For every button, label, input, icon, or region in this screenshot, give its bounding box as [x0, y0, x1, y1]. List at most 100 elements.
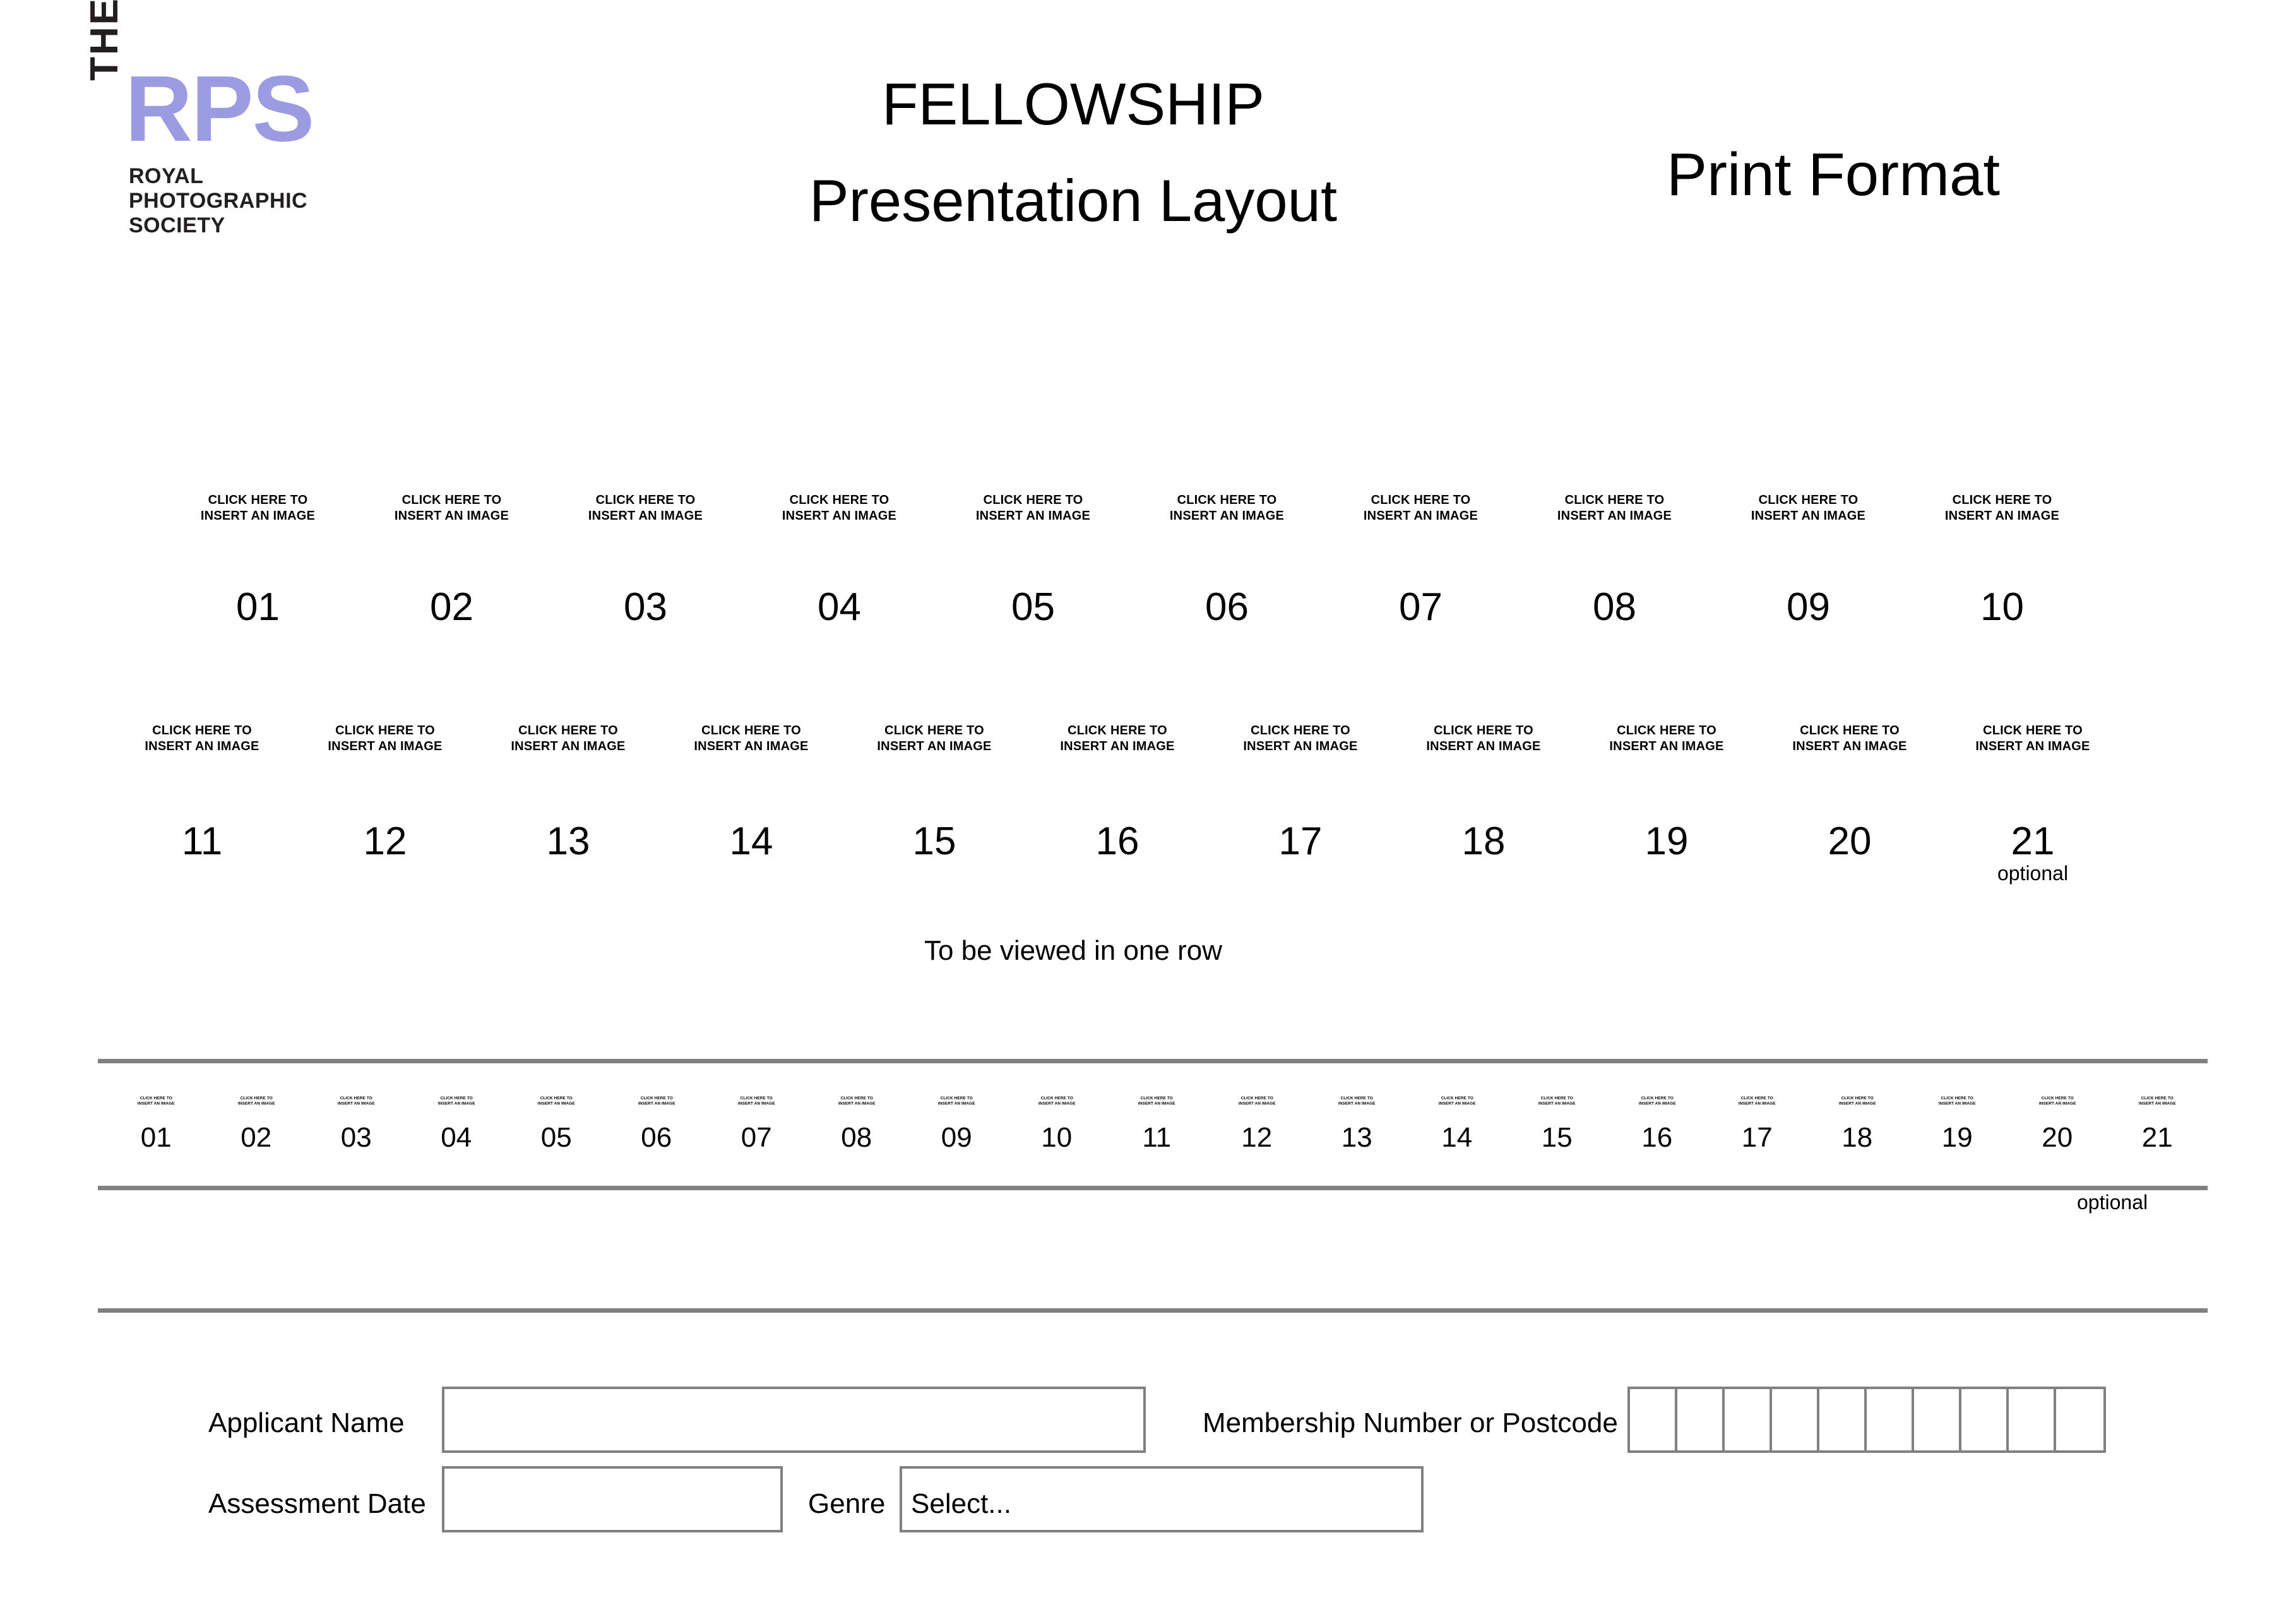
- format-label: Print Format: [1667, 141, 2001, 208]
- placeholder-number: 06: [1205, 585, 1249, 629]
- image-placeholder[interactable]: CLICK HERE TO INSERT AN IMAGE 16: [1026, 723, 1209, 885]
- placeholder-hint-line-1: CLICK HERE TO: [1177, 493, 1277, 507]
- placeholder-hint: CLICK HERE TO INSERT AN IMAGE: [742, 493, 936, 524]
- assessment-date-input[interactable]: [442, 1466, 783, 1532]
- membership-character-cell[interactable]: [1961, 1389, 2009, 1450]
- membership-character-cell[interactable]: [1630, 1389, 1677, 1450]
- image-placeholder[interactable]: CLICK HERE TO INSERT AN IMAGE 19: [1575, 723, 1758, 885]
- image-placeholder[interactable]: CLICK HERE TO INSERT AN IMAGE 12: [294, 723, 477, 885]
- strip-image-placeholder[interactable]: CLICK HERE TO INSERT AN IMAGE 10: [1007, 1096, 1107, 1152]
- image-placeholder[interactable]: CLICK HERE TO INSERT AN IMAGE 01: [161, 493, 355, 627]
- image-placeholder[interactable]: CLICK HERE TO INSERT AN IMAGE 13: [477, 723, 660, 885]
- strip-image-placeholder[interactable]: CLICK HERE TO INSERT AN IMAGE 11: [1107, 1096, 1207, 1152]
- membership-label: Membership Number or Postcode: [1203, 1407, 1618, 1438]
- strip-image-placeholder[interactable]: CLICK HERE TO INSERT AN IMAGE 09: [907, 1096, 1007, 1152]
- strip-image-placeholder[interactable]: CLICK HERE TO INSERT AN IMAGE 15: [1507, 1096, 1607, 1152]
- image-placeholder[interactable]: CLICK HERE TO INSERT AN IMAGE 10: [1905, 493, 2099, 627]
- strip-placeholder-hint: CLICK HERE TO INSERT AN IMAGE: [1110, 1096, 1203, 1107]
- placeholder-hint-line-1: CLICK HERE TO: [1758, 493, 1859, 507]
- strip-image-placeholder[interactable]: CLICK HERE TO INSERT AN IMAGE 04: [407, 1096, 507, 1152]
- placeholder-number: 15: [912, 820, 956, 863]
- strip-placeholder-hint-line-1: CLICK HERE TO: [1040, 1096, 1073, 1101]
- image-placeholder[interactable]: CLICK HERE TO INSERT AN IMAGE 05: [936, 493, 1130, 627]
- strip-image-placeholder[interactable]: CLICK HERE TO INSERT AN IMAGE 01: [106, 1096, 206, 1152]
- strip-image-placeholder[interactable]: CLICK HERE TO INSERT AN IMAGE 18: [1807, 1096, 1908, 1152]
- placeholder-hint: CLICK HERE TO INSERT AN IMAGE: [936, 493, 1130, 524]
- strip-placeholder-hint-line-1: CLICK HERE TO: [1140, 1096, 1173, 1101]
- strip-image-placeholder[interactable]: CLICK HERE TO INSERT AN IMAGE 07: [706, 1096, 807, 1152]
- image-placeholder[interactable]: CLICK HERE TO INSERT AN IMAGE 03: [549, 493, 742, 627]
- image-placeholder[interactable]: CLICK HERE TO INSERT AN IMAGE 18: [1392, 723, 1575, 885]
- applicant-name-input[interactable]: [442, 1387, 1146, 1453]
- image-placeholder[interactable]: CLICK HERE TO INSERT AN IMAGE 17: [1209, 723, 1392, 885]
- strip-placeholder-hint-line-1: CLICK HERE TO: [1240, 1096, 1273, 1101]
- placeholder-number: 21: [2011, 820, 2055, 863]
- placeholder-number: 10: [1980, 585, 2024, 629]
- placeholder-number: 16: [1095, 820, 1139, 863]
- strip-image-placeholder[interactable]: CLICK HERE TO INSERT AN IMAGE 08: [807, 1096, 907, 1152]
- image-placeholder[interactable]: CLICK HERE TO INSERT AN IMAGE 21 optional: [1941, 723, 2124, 885]
- genre-select-value: Select...: [911, 1488, 1011, 1519]
- genre-label: Genre: [808, 1488, 886, 1519]
- strip-placeholder-hint-line-2: INSERT AN IMAGE: [537, 1101, 575, 1106]
- image-placeholder[interactable]: CLICK HERE TO INSERT AN IMAGE 14: [660, 723, 843, 885]
- strip-image-placeholder[interactable]: CLICK HERE TO INSERT AN IMAGE 13: [1307, 1096, 1407, 1152]
- image-placeholder[interactable]: CLICK HERE TO INSERT AN IMAGE 02: [355, 493, 549, 627]
- strip-placeholder-hint-line-1: CLICK HERE TO: [740, 1096, 773, 1101]
- membership-character-cell[interactable]: [1725, 1389, 1772, 1450]
- placeholder-hint: CLICK HERE TO INSERT AN IMAGE: [1941, 723, 2124, 755]
- strip-image-placeholder[interactable]: CLICK HERE TO INSERT AN IMAGE 17: [1707, 1096, 1807, 1152]
- membership-number-input[interactable]: [1627, 1387, 2106, 1453]
- image-placeholder[interactable]: CLICK HERE TO INSERT AN IMAGE 20: [1758, 723, 1941, 885]
- strip-placeholder-hint-line-1: CLICK HERE TO: [440, 1096, 473, 1101]
- strip-image-placeholder[interactable]: CLICK HERE TO INSERT AN IMAGE 21: [2107, 1096, 2208, 1152]
- strip-image-placeholder[interactable]: CLICK HERE TO INSERT AN IMAGE 19: [1907, 1096, 2008, 1152]
- image-placeholder[interactable]: CLICK HERE TO INSERT AN IMAGE 09: [1711, 493, 1905, 627]
- strip-placeholder-number: 05: [540, 1122, 572, 1153]
- placeholder-hint-line-2: INSERT AN IMAGE: [511, 739, 626, 753]
- membership-character-cell[interactable]: [1819, 1389, 1867, 1450]
- strip-image-placeholder[interactable]: CLICK HERE TO INSERT AN IMAGE 20: [2008, 1096, 2108, 1152]
- image-placeholder-row-2: CLICK HERE TO INSERT AN IMAGE 11 CLICK HERE…: [110, 723, 2124, 885]
- strip-image-placeholder[interactable]: CLICK HERE TO INSERT AN IMAGE 02: [206, 1096, 307, 1152]
- placeholder-hint-line-2: INSERT AN IMAGE: [1975, 739, 2090, 753]
- image-placeholder[interactable]: CLICK HERE TO INSERT AN IMAGE 11: [110, 723, 294, 885]
- strip-image-placeholder[interactable]: CLICK HERE TO INSERT AN IMAGE 12: [1207, 1096, 1307, 1152]
- strip-placeholder-hint-line-1: CLICK HERE TO: [1841, 1096, 1874, 1101]
- image-placeholder[interactable]: CLICK HERE TO INSERT AN IMAGE 06: [1130, 493, 1324, 627]
- strip-image-placeholder[interactable]: CLICK HERE TO INSERT AN IMAGE 05: [506, 1096, 607, 1152]
- strip-placeholder-hint-line-1: CLICK HERE TO: [840, 1096, 873, 1101]
- image-placeholder[interactable]: CLICK HERE TO INSERT AN IMAGE 15: [843, 723, 1026, 885]
- strip-placeholder-hint-line-1: CLICK HERE TO: [540, 1096, 573, 1101]
- strip-image-placeholder[interactable]: CLICK HERE TO INSERT AN IMAGE 16: [1607, 1096, 1708, 1152]
- strip-placeholder-number: 11: [1142, 1122, 1172, 1153]
- strip-placeholder-hint-line-2: INSERT AN IMAGE: [1238, 1101, 1276, 1106]
- placeholder-hint-line-2: INSERT AN IMAGE: [1060, 739, 1175, 753]
- membership-character-cell[interactable]: [1867, 1389, 1914, 1450]
- strip-placeholder-hint-line-2: INSERT AN IMAGE: [437, 1101, 475, 1106]
- placeholder-hint: CLICK HERE TO INSERT AN IMAGE: [1758, 723, 1941, 755]
- membership-character-cell[interactable]: [2009, 1389, 2056, 1450]
- strip-image-placeholder[interactable]: CLICK HERE TO INSERT AN IMAGE 06: [607, 1096, 707, 1152]
- strip-placeholder-hint: CLICK HERE TO INSERT AN IMAGE: [811, 1096, 903, 1107]
- strip-placeholder-hint: CLICK HERE TO INSERT AN IMAGE: [610, 1096, 703, 1107]
- placeholder-hint: CLICK HERE TO INSERT AN IMAGE: [110, 723, 294, 755]
- strip-placeholder-hint: CLICK HERE TO INSERT AN IMAGE: [1211, 1096, 1303, 1107]
- placeholder-hint: CLICK HERE TO INSERT AN IMAGE: [1905, 493, 2099, 524]
- logo-subtitle: ROYAL PHOTOGRAPHIC SOCIETY: [129, 164, 307, 238]
- membership-character-cell[interactable]: [1914, 1389, 1961, 1450]
- strip-placeholder-hint: CLICK HERE TO INSERT AN IMAGE: [2111, 1096, 2203, 1107]
- membership-character-cell[interactable]: [1677, 1389, 1725, 1450]
- strip-placeholder-hint: CLICK HERE TO INSERT AN IMAGE: [910, 1096, 1002, 1107]
- image-placeholder[interactable]: CLICK HERE TO INSERT AN IMAGE 08: [1518, 493, 1711, 627]
- image-placeholder[interactable]: CLICK HERE TO INSERT AN IMAGE 04: [742, 493, 936, 627]
- strip-placeholder-hint: CLICK HERE TO INSERT AN IMAGE: [1411, 1096, 1503, 1107]
- strip-placeholder-hint-line-1: CLICK HERE TO: [340, 1096, 372, 1101]
- strip-image-placeholder[interactable]: CLICK HERE TO INSERT AN IMAGE 14: [1407, 1096, 1508, 1152]
- strip-image-placeholder[interactable]: CLICK HERE TO INSERT AN IMAGE 03: [306, 1096, 407, 1152]
- image-placeholder[interactable]: CLICK HERE TO INSERT AN IMAGE 07: [1324, 493, 1518, 627]
- membership-character-cell[interactable]: [2056, 1389, 2103, 1450]
- logo-rps-text: RPS: [125, 57, 314, 161]
- placeholder-hint-line-2: INSERT AN IMAGE: [1169, 509, 1285, 523]
- membership-character-cell[interactable]: [1772, 1389, 1819, 1450]
